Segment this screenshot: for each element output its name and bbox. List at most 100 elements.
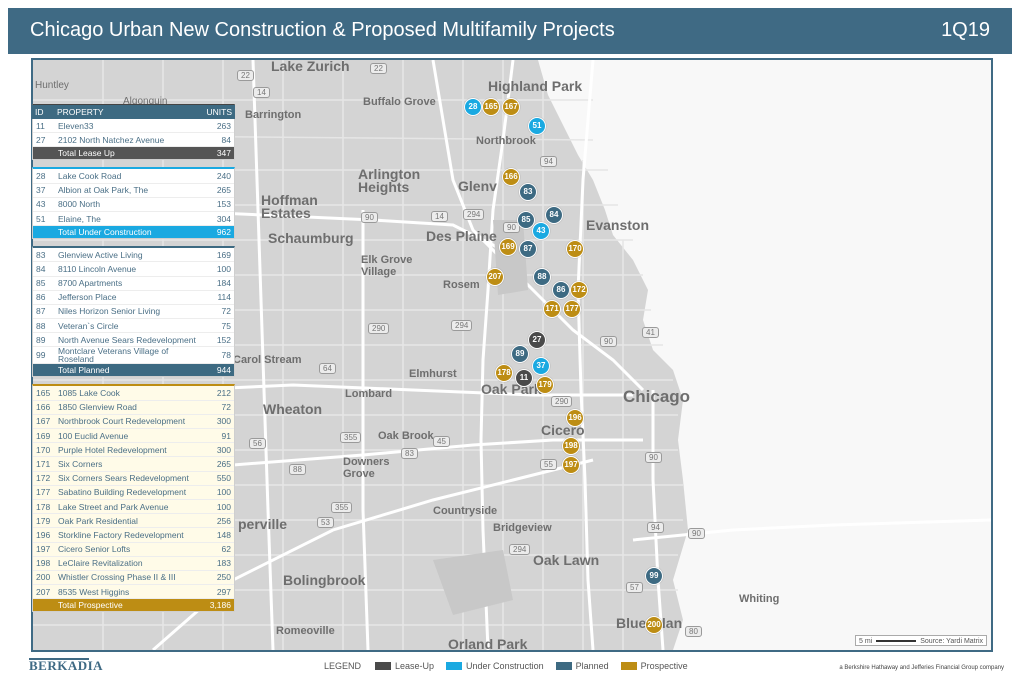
project-marker[interactable]: 28 (464, 98, 482, 116)
table-row: 37 Albion at Oak Park, The 265 (33, 184, 234, 198)
tagline: a Berkshire Hathaway and Jefferies Finan… (839, 665, 1004, 671)
table-row: 87 Niles Horizon Senior Living 72 (33, 305, 234, 320)
cell-id: 165 (36, 388, 51, 399)
project-marker[interactable]: 11 (515, 369, 533, 387)
prospective-group: 165 1085 Lake Cook 212 166 1850 Glenview Roa… (32, 384, 235, 613)
total-label: Total Under Construction (58, 227, 152, 238)
project-marker[interactable]: 87 (519, 240, 537, 258)
project-marker[interactable]: 43 (532, 222, 550, 240)
cell-name: Six Corners Sears Redevelopment (58, 473, 189, 484)
cell-id: 83 (36, 249, 46, 260)
cell-name: LeClaire Revitalization (58, 558, 143, 569)
cell-id: 28 (36, 170, 46, 181)
table-row: 198 LeClaire Revitalization 183 (33, 556, 234, 571)
project-marker[interactable]: 166 (502, 168, 520, 186)
total-row: Total Under Construction 962 (33, 226, 234, 239)
cell-name: Whistler Crossing Phase II & III (58, 572, 176, 583)
project-marker[interactable]: 198 (562, 437, 580, 455)
highway-shield: 53 (317, 517, 334, 528)
project-marker[interactable]: 179 (536, 376, 554, 394)
project-marker[interactable]: 200 (645, 616, 663, 634)
highway-shield: 41 (642, 327, 659, 338)
highway-shield: 64 (319, 363, 336, 374)
project-marker[interactable]: 167 (502, 98, 520, 116)
project-marker[interactable]: 207 (486, 268, 504, 286)
cell-id: 11 (36, 120, 45, 131)
cell-name: Eleven33 (58, 120, 94, 131)
highway-shield: 90 (361, 212, 378, 223)
project-marker[interactable]: 51 (528, 117, 546, 135)
project-marker[interactable]: 84 (545, 206, 563, 224)
project-marker[interactable]: 172 (570, 281, 588, 299)
cell-name: Elaine, The (58, 213, 101, 224)
project-marker[interactable]: 165 (482, 98, 500, 116)
cell-id: 89 (36, 334, 46, 345)
table-row: 197 Cicero Senior Lofts 62 (33, 542, 234, 557)
table-row: 169 100 Euclid Avenue 91 (33, 429, 234, 444)
table-row: 84 8110 Lincoln Avenue 100 (33, 262, 234, 277)
highway-shield: 14 (431, 211, 448, 222)
page-title: Chicago Urban New Construction & Propose… (30, 19, 615, 41)
legend-title: LEGEND (324, 661, 362, 671)
cell-id: 178 (36, 501, 51, 512)
project-marker[interactable]: 197 (562, 456, 580, 474)
place-label: Northbrook (476, 135, 536, 147)
project-marker[interactable]: 99 (645, 567, 663, 585)
place-label: Orland Park (448, 636, 528, 652)
cell-units: 265 (216, 185, 231, 196)
project-marker[interactable]: 88 (533, 268, 551, 286)
cell-name: 8700 Apartments (58, 278, 123, 289)
cell-name: 8535 West Higgins (58, 586, 130, 597)
table-row: 99 Montclare Veterans Village of Roseland… (33, 347, 234, 365)
project-marker[interactable]: 83 (519, 183, 537, 201)
total-label: Total Prospective (58, 600, 123, 611)
place-label: Oak Lawn (533, 552, 600, 568)
cell-units: 72 (221, 306, 231, 317)
table-row: 172 Six Corners Sears Redevelopment 550 (33, 471, 234, 486)
legend-item: Planned (555, 661, 609, 671)
legend-label: Prospective (640, 661, 688, 671)
project-marker[interactable]: 169 (499, 238, 517, 256)
table-row: 85 8700 Apartments 184 (33, 277, 234, 291)
place-label: Downers Grove (343, 456, 390, 480)
highway-shield: 55 (540, 459, 557, 470)
cell-id: 37 (36, 185, 46, 196)
cell-units: 300 (216, 416, 231, 427)
project-marker[interactable]: 178 (495, 364, 513, 382)
project-marker[interactable]: 86 (552, 281, 570, 299)
place-label: Schaumburg (268, 230, 354, 246)
place-label: Countryside (433, 505, 498, 517)
place-label: Oak Brook (378, 430, 434, 442)
project-marker[interactable]: 37 (532, 357, 550, 375)
highway-shield: 94 (647, 522, 664, 533)
cell-name: 2102 North Natchez Avenue (58, 134, 165, 145)
legend-item: Under Construction (446, 661, 544, 671)
project-marker[interactable]: 177 (563, 300, 581, 318)
cell-id: 88 (36, 320, 46, 331)
project-marker[interactable]: 89 (511, 345, 529, 363)
table-row: 166 1850 Glenview Road 72 (33, 400, 234, 415)
highway-shield: 94 (540, 156, 557, 167)
page-header: Chicago Urban New Construction & Propose… (8, 8, 1012, 54)
place-label: Glenv (458, 178, 497, 194)
project-marker[interactable]: 171 (543, 300, 561, 318)
table-row: 89 North Avenue Sears Redevelopment 152 (33, 333, 234, 348)
cell-name: Cicero Senior Lofts (58, 544, 131, 555)
cell-units: 62 (221, 544, 231, 555)
cell-units: 250 (216, 572, 231, 583)
project-marker[interactable]: 196 (566, 409, 584, 427)
table-row: 51 Elaine, The 304 (33, 212, 234, 227)
cell-name: Storkline Factory Redevelopment (58, 529, 184, 540)
table-row: 83 Glenview Active Living 169 (33, 248, 234, 263)
table-row: 88 Veteran`s Circle 75 (33, 319, 234, 334)
total-units: 962 (216, 227, 231, 238)
legend-swatch (375, 662, 392, 670)
place-label: Chicago (623, 387, 691, 406)
place-label: Lombard (345, 388, 393, 400)
cell-units: 148 (216, 529, 231, 540)
cell-id: 87 (36, 306, 46, 317)
project-marker[interactable]: 27 (528, 331, 546, 349)
berkadia-logo: BERKADIA (29, 658, 103, 674)
cell-name: 8110 Lincoln Avenue (58, 263, 137, 274)
project-marker[interactable]: 170 (566, 240, 584, 258)
